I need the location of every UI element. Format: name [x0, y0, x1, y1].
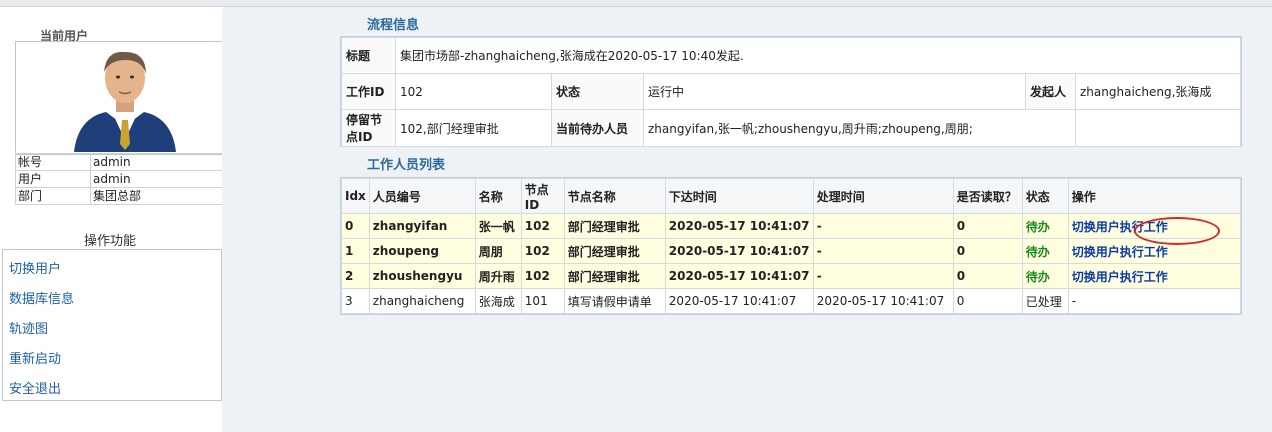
- cell-emp-no: zhanghaicheng: [368, 288, 476, 314]
- info-row-account: 帐号 admin: [15, 153, 235, 171]
- table-row: 3 zhanghaicheng 张海成 101 填写请假申请单 2020-05-…: [341, 288, 1242, 314]
- col-emp-no: 人员编号: [368, 178, 476, 214]
- info-key: 帐号: [15, 153, 91, 171]
- work-id-value: 102: [395, 73, 552, 110]
- cell-processed: 2020-05-17 10:41:07: [812, 288, 954, 314]
- cell-idx: 3: [341, 288, 370, 314]
- cell-status: 已处理: [1021, 288, 1069, 314]
- cell-node-name: 部门经理审批: [563, 238, 666, 264]
- flow-info-panel: 标题 集团市场部-zhanghaicheng,张海成在2020-05-17 10…: [340, 36, 1242, 147]
- cell-node-name: 部门经理审批: [563, 213, 666, 239]
- col-name: 名称: [474, 178, 522, 214]
- table-row: 1 zhoupeng 周朋 102 部门经理审批 2020-05-17 10:4…: [341, 238, 1242, 264]
- worker-table: Idx 人员编号 名称 节点ID 节点名称 下达时间 处理时间 是否读取？ 状态…: [341, 178, 1242, 314]
- flow-info-table: 标题 集团市场部-zhanghaicheng,张海成在2020-05-17 10…: [341, 37, 1241, 147]
- col-read: 是否读取？: [952, 178, 1023, 214]
- title-label: 标题: [341, 37, 396, 74]
- status-value: 运行中: [643, 73, 1026, 110]
- cell-node-name: 填写请假申请单: [563, 288, 666, 314]
- flow-row-node: 停留节点ID 102,部门经理审批 当前待办人员 zhangyifan,张一帆;…: [341, 109, 1241, 147]
- switch-user-execute-link[interactable]: 切换用户执行工作: [1072, 270, 1168, 284]
- menu-item-track-chart[interactable]: 轨迹图: [9, 318, 48, 337]
- cell-node-id: 101: [520, 288, 565, 314]
- cell-processed: -: [812, 213, 954, 239]
- cell-name: 张一帆: [474, 213, 522, 239]
- title-value: 集团市场部-zhanghaicheng,张海成在2020-05-17 10:40…: [395, 37, 1241, 74]
- cell-name: 周升雨: [474, 263, 522, 289]
- red-annotation-ellipse: [1134, 217, 1220, 245]
- col-idx: Idx: [341, 178, 370, 214]
- menu-item-switch-user[interactable]: 切换用户: [9, 258, 61, 277]
- info-key: 用户: [15, 170, 91, 188]
- user-photo-box: [15, 41, 235, 155]
- cell-read: 0: [952, 213, 1023, 239]
- cell-emp-no: zhoushengyu: [368, 263, 476, 289]
- cell-emp-no: zhoupeng: [368, 238, 476, 264]
- initiator-label: 发起人: [1025, 73, 1076, 110]
- menu-item-restart[interactable]: 重新启动: [9, 348, 61, 367]
- initiator-value: zhanghaicheng,张海成: [1075, 73, 1241, 110]
- work-id-label: 工作ID: [341, 73, 396, 110]
- info-key: 部门: [15, 187, 91, 205]
- table-row: 2 zhoushengyu 周升雨 102 部门经理审批 2020-05-17 …: [341, 263, 1242, 289]
- col-processed-time: 处理时间: [812, 178, 954, 214]
- empty-cell: [1075, 109, 1241, 147]
- cell-status: 待办: [1021, 263, 1069, 289]
- col-node-id: 节点ID: [520, 178, 565, 214]
- info-value: 集团总部: [90, 187, 235, 205]
- cell-idx: 0: [341, 213, 370, 239]
- switch-user-execute-link[interactable]: 切换用户执行工作: [1072, 245, 1168, 259]
- cell-read: 0: [952, 288, 1023, 314]
- col-node-name: 节点名称: [563, 178, 666, 214]
- cell-name: 张海成: [474, 288, 522, 314]
- col-status: 状态: [1021, 178, 1069, 214]
- flow-row-title: 标题 集团市场部-zhanghaicheng,张海成在2020-05-17 10…: [341, 37, 1241, 74]
- user-avatar: [74, 51, 176, 152]
- col-issued-time: 下达时间: [664, 178, 814, 214]
- cell-issued: 2020-05-17 10:41:07: [664, 263, 814, 289]
- menu-item-database-info[interactable]: 数据库信息: [9, 288, 74, 307]
- cell-node-id: 102: [520, 213, 565, 239]
- stay-node-value: 102,部门经理审批: [395, 109, 552, 147]
- worker-table-header: Idx 人员编号 名称 节点ID 节点名称 下达时间 处理时间 是否读取？ 状态…: [341, 178, 1242, 214]
- worker-list-panel: Idx 人员编号 名称 节点ID 节点名称 下达时间 处理时间 是否读取？ 状态…: [340, 177, 1242, 315]
- cell-processed: -: [812, 263, 954, 289]
- flow-row-work: 工作ID 102 状态 运行中 发起人 zhanghaicheng,张海成: [341, 73, 1241, 110]
- cell-issued: 2020-05-17 10:41:07: [664, 288, 814, 314]
- cell-issued: 2020-05-17 10:41:07: [664, 238, 814, 264]
- current-handlers-value: zhangyifan,张一帆;zhoushengyu,周升雨;zhoupeng,…: [643, 109, 1076, 147]
- cell-read: 0: [952, 238, 1023, 264]
- functions-menu: 切换用户 数据库信息 轨迹图 重新启动 安全退出: [2, 249, 222, 401]
- menu-item-logout[interactable]: 安全退出: [9, 378, 61, 397]
- cell-node-id: 102: [520, 263, 565, 289]
- functions-title: 操作功能: [84, 234, 137, 249]
- table-row: 0 zhangyifan 张一帆 102 部门经理审批 2020-05-17 1…: [341, 213, 1242, 239]
- cell-emp-no: zhangyifan: [368, 213, 476, 239]
- cell-idx: 2: [341, 263, 370, 289]
- stay-node-label: 停留节点ID: [341, 109, 396, 147]
- cell-read: 0: [952, 263, 1023, 289]
- cell-node-name: 部门经理审批: [563, 263, 666, 289]
- cell-status: 待办: [1021, 238, 1069, 264]
- info-row-department: 部门 集团总部: [15, 187, 235, 205]
- status-label: 状态: [551, 73, 644, 110]
- info-row-user: 用户 admin: [15, 170, 235, 188]
- user-info-table: 帐号 admin 用户 admin 部门 集团总部: [15, 153, 235, 205]
- cell-name: 周朋: [474, 238, 522, 264]
- info-value: admin: [90, 153, 235, 171]
- cell-operation: -: [1067, 288, 1242, 314]
- info-value: admin: [90, 170, 235, 188]
- cell-processed: -: [812, 238, 954, 264]
- window-top-bar: [0, 0, 1272, 7]
- cell-issued: 2020-05-17 10:41:07: [664, 213, 814, 239]
- current-handlers-label: 当前待办人员: [551, 109, 644, 147]
- col-operation: 操作: [1067, 178, 1242, 214]
- cell-idx: 1: [341, 238, 370, 264]
- cell-node-id: 102: [520, 238, 565, 264]
- cell-status: 待办: [1021, 213, 1069, 239]
- worker-list-title: 工作人员列表: [367, 158, 446, 173]
- cell-operation: 切换用户执行工作: [1067, 263, 1242, 289]
- flow-info-title: 流程信息: [367, 18, 420, 33]
